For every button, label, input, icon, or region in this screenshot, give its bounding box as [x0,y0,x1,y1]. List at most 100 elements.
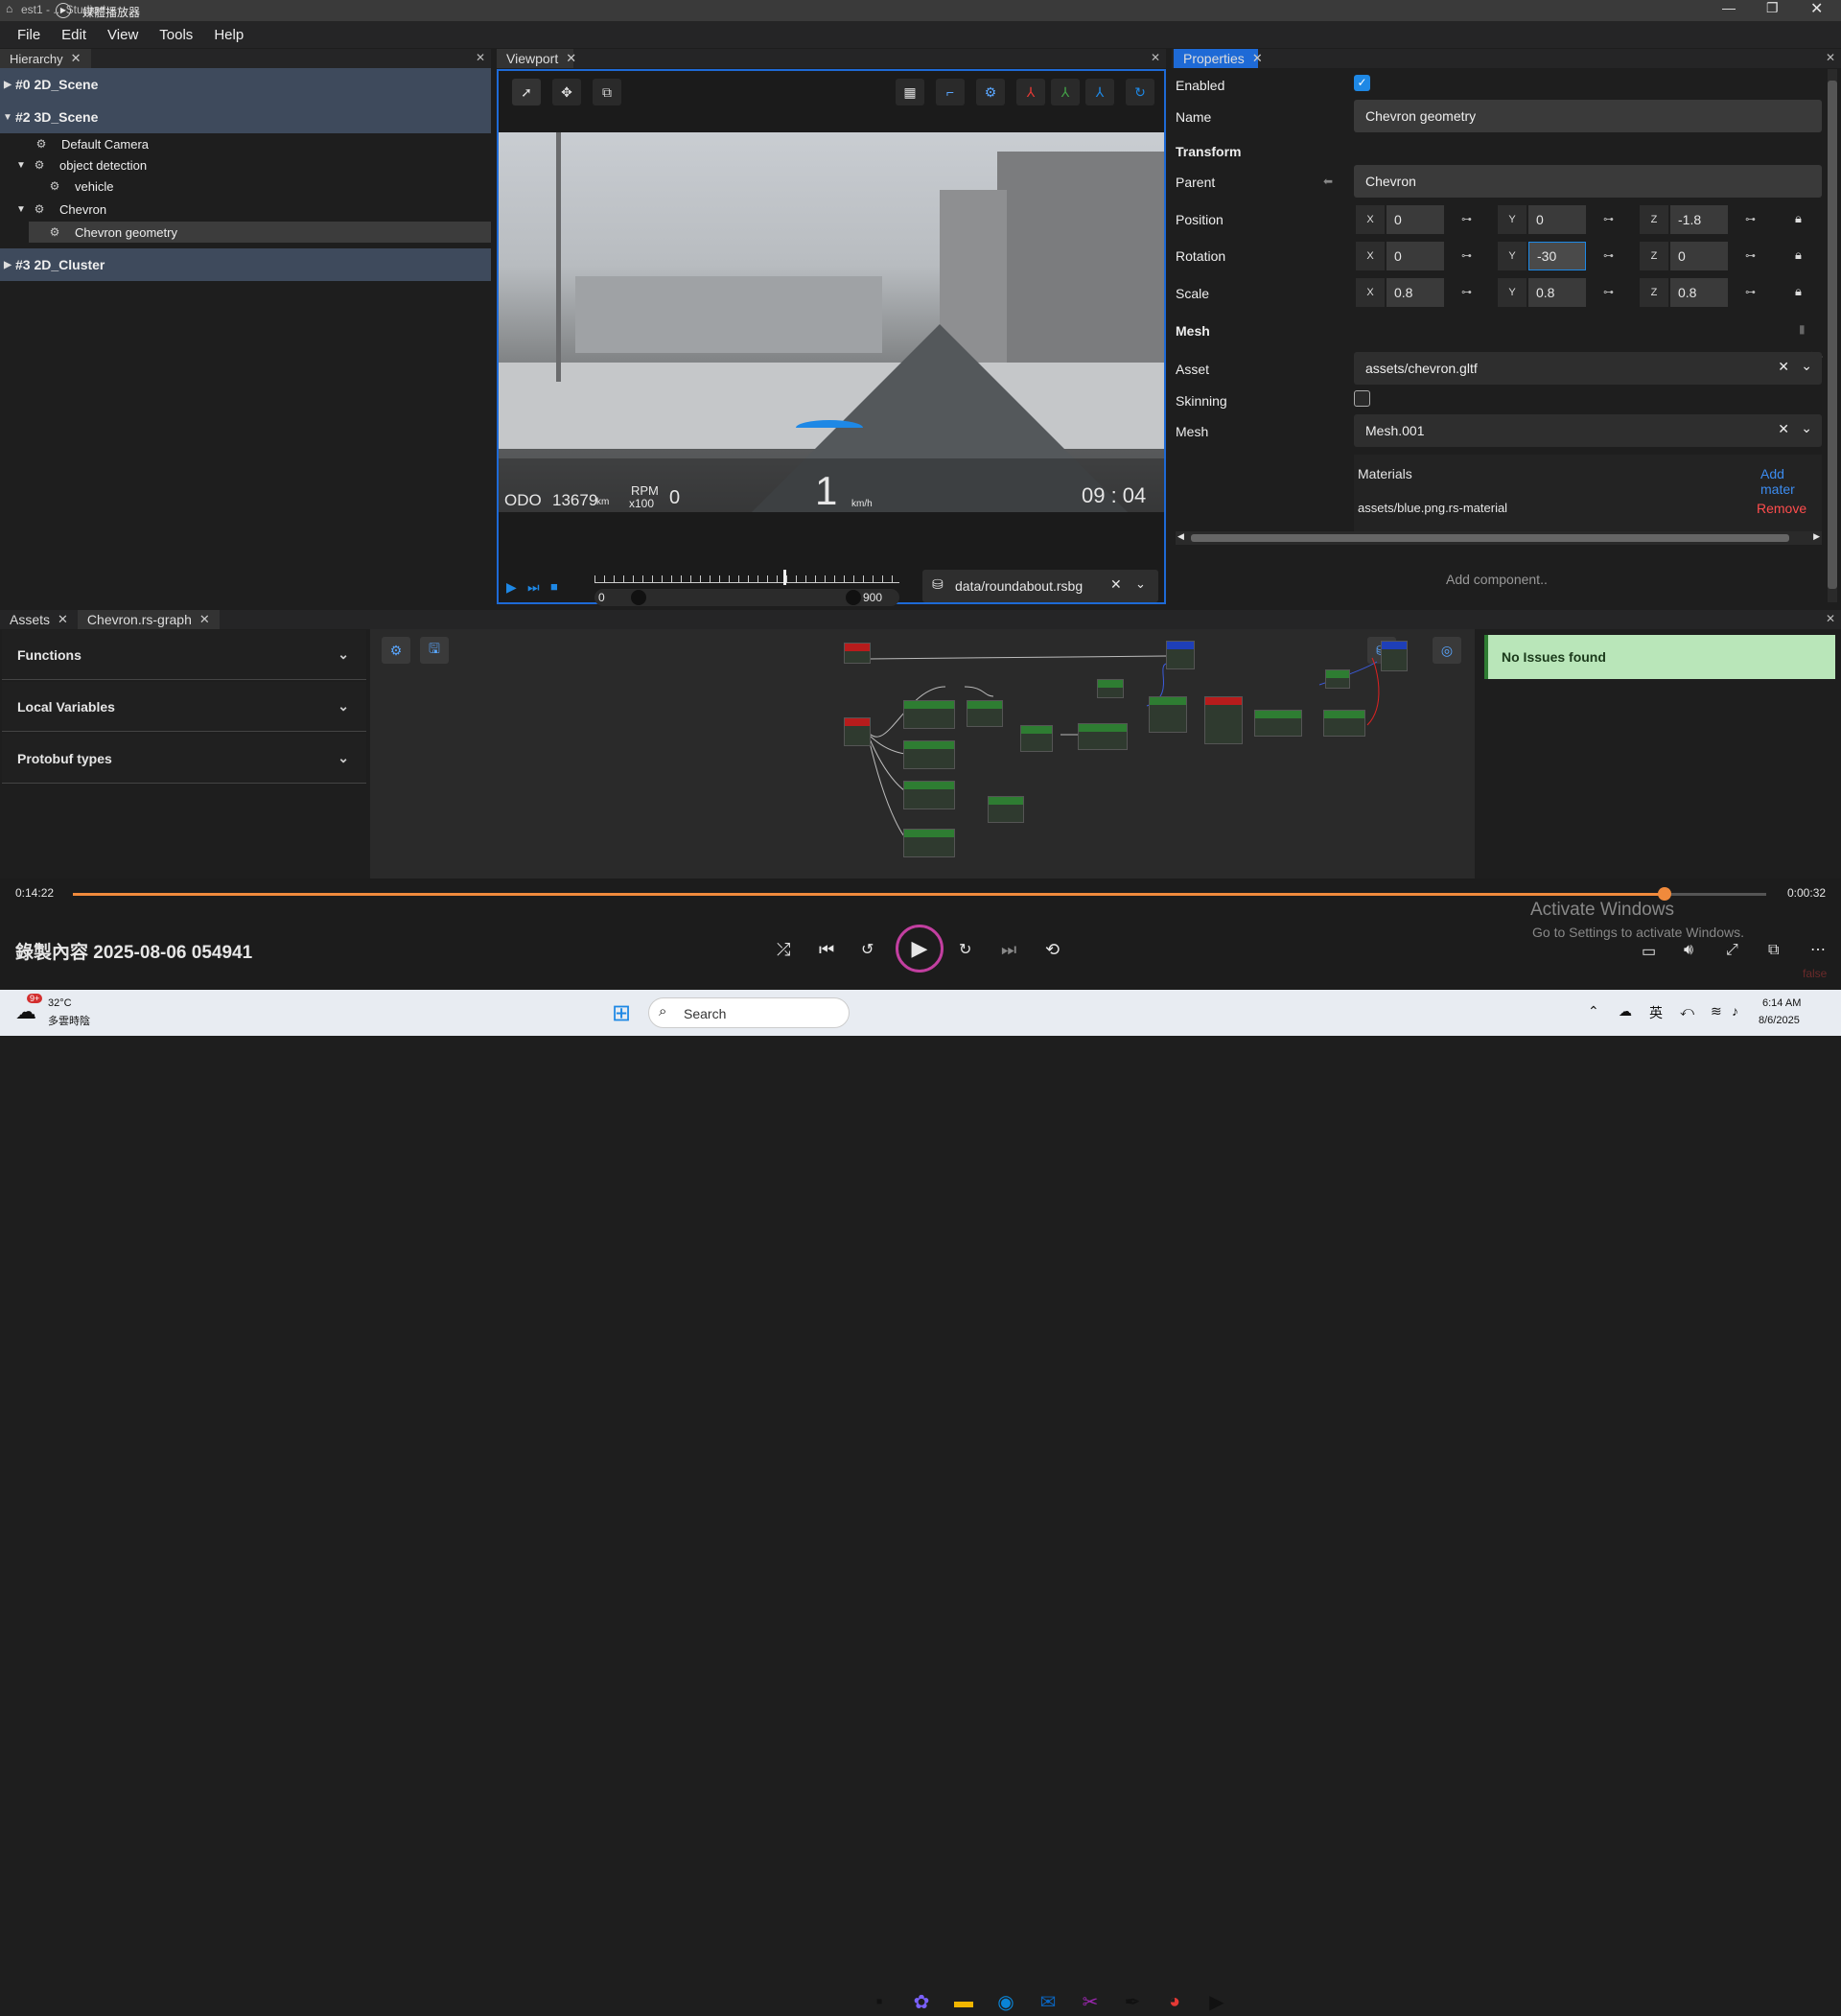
rotation-z-input[interactable]: 0 [1670,242,1728,270]
shuffle-icon[interactable]: ⤮ [777,940,790,960]
node-graph-canvas[interactable]: ⚙ 🖫︎ ⛁ ◎ [370,629,1475,879]
chevron-down-icon[interactable]: ⌄ [1135,576,1146,592]
ime-indicator[interactable]: 英 [1649,1003,1663,1022]
rotation-x-input[interactable]: 0 [1387,242,1444,270]
clock-date[interactable]: 8/6/2025 [1759,1015,1800,1026]
scale-tool-button[interactable]: ⧉ [593,79,621,105]
stop-icon[interactable]: ■ [550,579,558,594]
menu-view[interactable]: View [98,27,148,43]
play-button[interactable]: ▶ [896,925,944,973]
trash-icon[interactable]: ▮ [1799,322,1806,336]
remove-material-button[interactable]: Remove [1757,501,1806,516]
close-button[interactable]: ✕ [1810,0,1823,18]
grid-button[interactable]: ⌐ [936,79,965,105]
tab-viewport[interactable]: Viewport ✕ [497,49,576,68]
collapse-arrow-icon[interactable]: ▼ [13,204,29,215]
more-icon[interactable]: ⋯ [1810,940,1826,959]
seek-thumb[interactable] [1658,887,1672,901]
edge-icon[interactable]: ◉ [991,1987,1020,2016]
graph-node-combine-vector[interactable] [1149,696,1187,733]
outlook-icon[interactable]: ✉ [1034,1987,1062,2016]
tree-item-chevron-geometry[interactable]: ⚙ Chevron geometry [29,222,491,243]
horizontal-scrollbar[interactable]: ◀ ▶ [1176,531,1822,545]
range-start-handle[interactable] [631,590,646,605]
add-material-link[interactable]: Add mater [1760,466,1822,497]
axis-x-button[interactable]: ⅄ [1016,79,1045,105]
tree-item-vehicle[interactable]: ⚙ vehicle [0,176,491,197]
scale-y-input[interactable]: 0.8 [1528,278,1586,307]
functions-accordion[interactable]: Functions ⌄ [2,630,366,680]
clear-icon[interactable]: ✕ [1110,576,1122,593]
clear-icon[interactable]: ✕ [1778,421,1789,437]
collapse-arrow-icon[interactable]: ▼ [13,160,29,171]
chrome-icon[interactable]: ◕ [1160,1987,1189,2016]
panel-close-icon[interactable]: ✕ [1151,51,1160,64]
rewind-icon[interactable]: ↺ [861,940,874,959]
link-icon[interactable]: ⊶ [1461,249,1472,262]
subtitles-icon[interactable]: ▭ [1642,942,1656,961]
refresh-button[interactable]: ↻ [1126,79,1154,105]
graph-node-on-update[interactable] [844,643,871,664]
rotation-y-input[interactable]: -30 [1528,242,1586,270]
tab-hierarchy[interactable]: Hierarchy ✕ [0,49,91,68]
graph-node-array-item[interactable] [1254,710,1302,737]
expand-arrow-icon[interactable]: ▶ [0,80,15,90]
graph-node-less-than[interactable] [1323,710,1365,737]
restore-button[interactable]: ❐ [1766,0,1779,16]
chevron-up-icon[interactable]: ⌃ [1588,1003,1599,1020]
speaker-icon[interactable]: ♪ [1732,1003,1738,1019]
local-variables-accordion[interactable]: Local Variables ⌄ [2,682,366,732]
close-icon[interactable]: ✕ [1252,51,1263,66]
scrollbar-thumb[interactable] [1828,81,1837,589]
minimize-button[interactable]: — [1722,0,1736,15]
graph-node-subtract[interactable] [988,796,1024,823]
camera-button[interactable]: ▦ [896,79,924,105]
position-z-input[interactable]: -1.8 [1670,205,1728,234]
link-icon[interactable]: ⊶ [1745,213,1756,225]
tree-item-default-camera[interactable]: ⚙ Default Camera [0,133,491,154]
play-icon[interactable]: ▶ [506,579,517,596]
close-icon[interactable]: ✕ [566,51,576,66]
select-tool-button[interactable]: ➚ [512,79,541,105]
asset-selector[interactable]: assets/chevron.gltf ✕ ⌄ [1354,352,1822,385]
fullscreen-icon[interactable]: ⤢ [1726,942,1738,959]
pick-icon[interactable]: ⬅ [1323,175,1333,188]
graph-node-atan2[interactable] [1020,725,1053,752]
properties-scrollbar[interactable] [1828,69,1837,602]
timeline-thumb[interactable] [783,570,787,585]
wifi-icon[interactable]: ≋ [1711,1003,1722,1020]
next-icon[interactable]: ⏭ [1001,940,1016,960]
menu-file[interactable]: File [8,27,50,43]
media-player-taskbar-icon[interactable]: ▶ [1202,1987,1231,2016]
chevron-down-icon[interactable]: ⌄ [1801,358,1812,374]
graph-node-subtract[interactable] [967,700,1003,727]
lock-icon[interactable]: 🔒︎ [1795,284,1802,299]
graph-node-array-item[interactable] [903,829,955,857]
chevron-down-icon[interactable]: ⌄ [1801,420,1812,436]
data-file-selector[interactable]: ⛁ data/roundabout.rsbg ✕ ⌄ [922,570,1158,602]
expand-arrow-icon[interactable]: ▶ [0,260,15,270]
collapse-arrow-icon[interactable]: ▼ [0,112,15,123]
position-y-input[interactable]: 0 [1528,205,1586,234]
link-icon[interactable]: ⊶ [1461,213,1472,225]
link-icon[interactable]: ⊶ [1745,249,1756,262]
position-x-input[interactable]: 0 [1387,205,1444,234]
volume-icon[interactable]: 🔊︎ [1684,942,1693,959]
app-icon[interactable]: ✒ [1118,1987,1147,2016]
graph-node-get-self[interactable] [1097,679,1124,698]
seek-track[interactable] [73,893,1766,896]
link-icon[interactable]: ⊶ [1745,286,1756,298]
scroll-right-icon[interactable]: ▶ [1813,531,1820,542]
graph-node-array-item[interactable] [903,740,955,769]
axis-z-button[interactable]: ⅄ [1085,79,1114,105]
tree-item-chevron[interactable]: ▼ ⚙ Chevron [0,197,491,222]
axis-y-button[interactable]: ⅄ [1051,79,1080,105]
graph-node-vehicles[interactable] [1204,696,1243,744]
graph-node-array-item[interactable] [903,700,955,729]
tree-item-object-detection[interactable]: ▼ ⚙ object detection [0,154,491,176]
range-slider[interactable]: 0 900 [594,589,899,606]
task-view-icon[interactable]: ▪ [865,1987,894,2016]
link-icon[interactable]: ⊶ [1603,286,1614,298]
tree-item-2d-cluster[interactable]: ▶ #3 2D_Cluster [0,248,491,281]
menu-tools[interactable]: Tools [150,27,202,43]
